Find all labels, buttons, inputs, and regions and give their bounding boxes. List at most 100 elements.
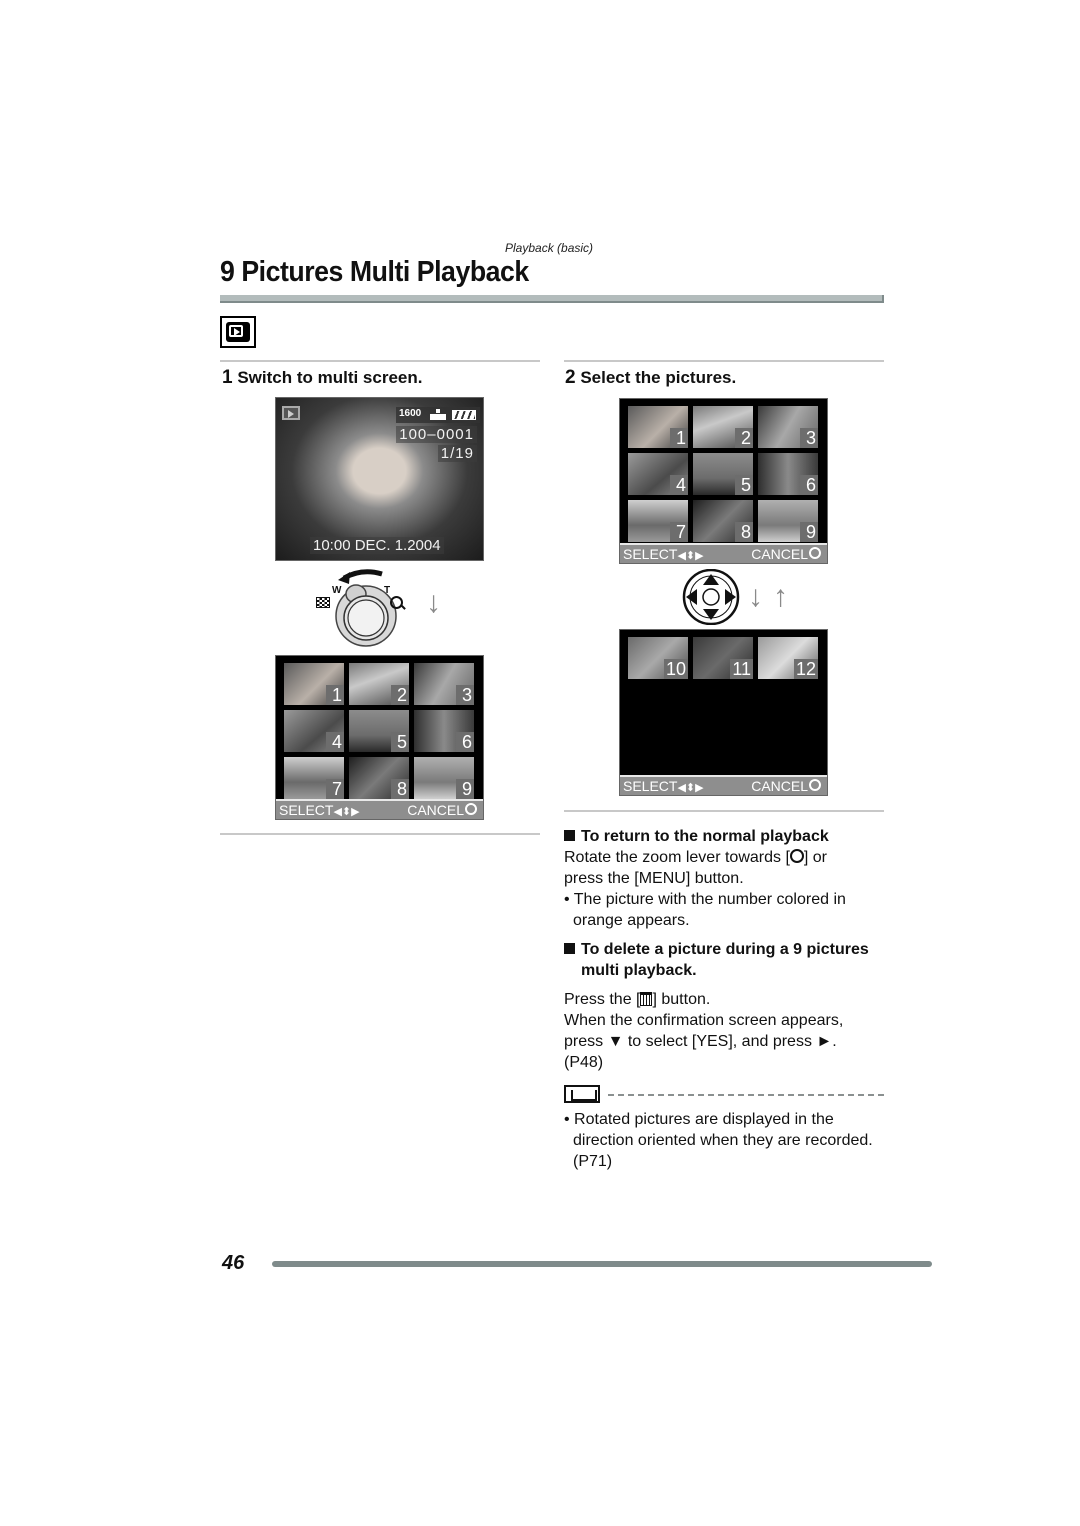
thumbnail[interactable]: 1 — [628, 406, 688, 448]
memo-book-icon — [564, 1085, 600, 1103]
thumbnail[interactable]: 7 — [628, 500, 688, 542]
tele-label: T — [384, 585, 391, 596]
step1-bottom-rule — [220, 833, 540, 835]
thumbnail[interactable]: 8 — [349, 757, 409, 799]
section-label: Playback (basic) — [505, 241, 594, 255]
thumbnail-number: 8 — [735, 522, 753, 542]
memo-divider — [564, 1085, 894, 1105]
multi-playback-screen-step1: 1 2 3 4 5 6 7 8 9 SELECT◀⬍▶ CANCEL — [275, 655, 484, 820]
select-arrows-icon: ◀⬍▶ — [333, 806, 360, 818]
thumbnail[interactable]: 1 — [284, 663, 344, 705]
page-title: 9 Pictures Multi Playback — [220, 256, 529, 288]
memo-ref: (P71) — [573, 1153, 613, 1170]
play-indicator-icon — [282, 406, 300, 420]
battery-icon — [452, 410, 476, 420]
thumbnail[interactable]: 6 — [758, 453, 818, 495]
arrow-down-icon: ↓ — [748, 580, 763, 613]
delete-text-3: press ▼ to select [YES], and press ►. — [564, 1033, 837, 1050]
thumbnail[interactable]: 7 — [284, 757, 344, 799]
zoom-lever-illustration: W T — [314, 564, 414, 654]
thumbnail[interactable]: 12 — [758, 637, 818, 679]
page-number: 46 — [222, 1252, 245, 1274]
step2-rule — [564, 360, 884, 362]
thumbnail[interactable]: 9 — [414, 757, 474, 799]
thumbnail[interactable]: 5 — [693, 453, 753, 495]
thumbnail-number: 1 — [326, 685, 344, 705]
return-text-2: press the [MENU] button. — [564, 870, 744, 887]
thumbnail[interactable]: 5 — [349, 710, 409, 752]
thumbnail-number: 11 — [730, 659, 753, 679]
thumbnail[interactable]: 4 — [284, 710, 344, 752]
thumbnail-number: 6 — [456, 732, 474, 752]
notes-rule — [564, 810, 884, 812]
zoom-magnifier-icon — [809, 779, 821, 791]
step2-title-text: Select the pictures. — [580, 368, 737, 387]
delete-heading-cont: multi playback. — [581, 962, 697, 979]
wide-label: W — [332, 585, 342, 596]
multi-playback-icon — [316, 597, 330, 608]
playback-mode-icon — [220, 316, 256, 348]
zoom-magnifier-icon — [789, 849, 804, 863]
thumbnail-number: 2 — [735, 428, 753, 448]
thumbnail-number: 8 — [391, 779, 409, 799]
thumbnail-number: 9 — [800, 522, 818, 542]
single-playback-screen: 1600 100–0001 1/19 10:00 DEC. 1.2004 — [275, 397, 484, 561]
select-hint: SELECT◀⬍▶ — [279, 802, 360, 818]
delete-ref: (P48) — [564, 1054, 604, 1071]
step1-number: 1 — [222, 367, 233, 388]
cancel-hint: CANCEL — [407, 802, 477, 818]
step1-title-text: Switch to multi screen. — [237, 368, 423, 387]
quality-icon — [430, 409, 446, 420]
thumbnail-number: 9 — [456, 779, 474, 799]
delete-text-2: When the confirmation screen appears, — [564, 1012, 844, 1029]
thumbnail[interactable]: 4 — [628, 453, 688, 495]
cancel-hint: CANCEL — [751, 546, 821, 562]
status-strip: 1600 — [396, 407, 480, 423]
thumbnail[interactable]: 2 — [693, 406, 753, 448]
thumbnail-number: 7 — [670, 522, 688, 542]
select-arrows-icon: ◀⬍▶ — [677, 782, 704, 794]
zoom-magnifier-icon — [809, 547, 821, 559]
multi-playback-screen-page2: 10 11 12 SELECT◀⬍▶ CANCEL — [619, 629, 828, 796]
thumbnail-number: 4 — [326, 732, 344, 752]
notes-section: To return to the normal playback Rotate … — [564, 826, 894, 1172]
thumbnail[interactable]: 11 — [693, 637, 753, 679]
thumbnail[interactable]: 3 — [758, 406, 818, 448]
step1-rule — [220, 360, 540, 362]
thumbnail[interactable]: 10 — [628, 637, 688, 679]
footer-bar — [272, 1261, 932, 1267]
select-hint: SELECT◀⬍▶ — [623, 778, 704, 794]
select-hint: SELECT◀⬍▶ — [623, 546, 704, 562]
thumbnail-number: 3 — [800, 428, 818, 448]
date-time: 10:00 DEC. 1.2004 — [310, 537, 444, 554]
memo-bullet-cont: direction oriented when they are recorde… — [573, 1132, 873, 1149]
delete-text: Press the [] button. — [564, 991, 711, 1008]
thumbnail[interactable]: 8 — [693, 500, 753, 542]
frame-counter: 1/19 — [437, 445, 477, 462]
select-arrows-icon: ◀⬍▶ — [677, 550, 704, 562]
grid-bottom-bar: SELECT◀⬍▶ CANCEL — [620, 775, 827, 795]
thumbnail-number: 6 — [800, 475, 818, 495]
return-heading: To return to the normal playback — [564, 826, 894, 847]
cursor-button-icon — [682, 568, 740, 626]
thumbnail[interactable]: 2 — [349, 663, 409, 705]
arrow-up-icon: ↑ — [773, 580, 788, 613]
thumbnail-number: 2 — [391, 685, 409, 705]
thumbnail-number: 12 — [793, 659, 818, 679]
thumbnail[interactable]: 3 — [414, 663, 474, 705]
thumbnail[interactable]: 6 — [414, 710, 474, 752]
title-underline — [220, 295, 884, 303]
cancel-hint: CANCEL — [751, 778, 821, 794]
return-text: Rotate the zoom lever towards [] or — [564, 849, 828, 866]
grid-bottom-bar: SELECT◀⬍▶ CANCEL — [276, 799, 483, 819]
step1-title: 1 Switch to multi screen. — [222, 367, 422, 389]
thumbnail[interactable]: 9 — [758, 500, 818, 542]
thumbnail-number: 4 — [670, 475, 688, 495]
square-bullet-icon — [564, 830, 575, 841]
thumbnail-number: 3 — [456, 685, 474, 705]
iso-value: 1600 — [399, 408, 422, 419]
trash-icon — [640, 992, 653, 1006]
multi-playback-screen-page1: 1 2 3 4 5 6 7 8 9 SELECT◀⬍▶ CANCEL — [619, 398, 828, 564]
return-bullet-cont: orange appears. — [573, 912, 690, 929]
grid-bottom-bar: SELECT◀⬍▶ CANCEL — [620, 543, 827, 563]
